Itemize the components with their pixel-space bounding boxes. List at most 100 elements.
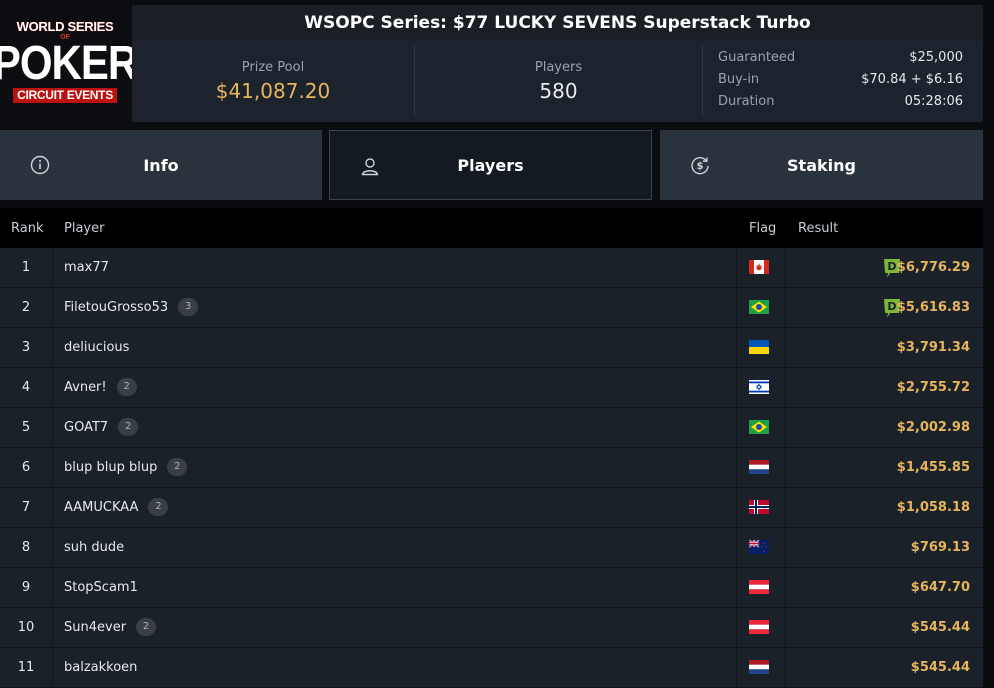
player-entries-badge: 2 <box>167 457 188 476</box>
column-divider <box>785 328 786 367</box>
player-rank: 3 <box>21 340 31 355</box>
table-header: Rank Player Flag Result <box>0 208 983 248</box>
prize-pool-stat: Prize Pool $41,087.20 <box>132 41 414 122</box>
austria-flag-icon <box>749 580 769 594</box>
column-divider <box>736 528 737 567</box>
player-name[interactable]: StopScam1 <box>64 580 138 595</box>
player-name[interactable]: Avner! <box>64 380 107 395</box>
header-flag[interactable]: Flag <box>749 221 776 236</box>
column-divider <box>736 248 737 287</box>
player-result: $545.44 <box>910 620 970 635</box>
column-divider <box>736 608 737 647</box>
player-result: $1,058.18 <box>896 500 970 515</box>
table-row[interactable]: 4 Avner! 2 $2,755.72 <box>0 368 983 408</box>
table-row[interactable]: 7 AAMUCKAA 2 $1,058.18 <box>0 488 983 528</box>
player-name[interactable]: GOAT7 <box>64 420 108 435</box>
players-stat: Players 580 <box>415 41 702 122</box>
detail-value: 05:28:06 <box>904 94 963 109</box>
norway-flag-icon <box>749 500 769 514</box>
player-rank: 11 <box>17 660 35 675</box>
column-divider <box>785 408 786 447</box>
player-name[interactable]: FiletouGrosso53 <box>64 300 168 315</box>
player-result: $5,616.83 <box>896 300 970 315</box>
player-name-cell: balzakkoen <box>64 648 137 687</box>
column-divider <box>52 488 53 527</box>
tournament-tabs: Info Players $ Staking <box>0 130 983 200</box>
player-rank: 5 <box>21 420 31 435</box>
prize-pool-value: $41,087.20 <box>215 79 331 103</box>
player-name[interactable]: suh dude <box>64 540 124 555</box>
user-icon <box>361 158 379 176</box>
logo-line-1: WORLD SERIES <box>16 18 114 34</box>
player-name[interactable]: deliucious <box>64 340 129 355</box>
player-name-cell: Sun4ever 2 <box>64 608 157 647</box>
header-result[interactable]: Result <box>798 221 838 236</box>
column-divider <box>736 328 737 367</box>
logo-line-4: CIRCUIT EVENTS <box>13 87 117 103</box>
player-name[interactable]: Sun4ever <box>64 620 126 635</box>
column-divider <box>785 528 786 567</box>
table-row[interactable]: 2 FiletouGrosso53 3 D $5,616.83 <box>0 288 983 328</box>
detail-row-guaranteed: Guaranteed $25,000 <box>718 50 963 72</box>
players-label: Players <box>534 60 583 75</box>
info-icon <box>30 155 50 175</box>
column-divider <box>736 288 737 327</box>
column-divider <box>52 328 53 367</box>
player-result: $545.44 <box>910 660 970 675</box>
table-row[interactable]: 1 max77 D $6,776.29 <box>0 248 983 288</box>
player-name-cell: Avner! 2 <box>64 368 137 407</box>
tab-staking[interactable]: $ Staking <box>660 130 983 200</box>
column-divider <box>736 368 737 407</box>
player-name[interactable]: AAMUCKAA <box>64 500 138 515</box>
column-divider <box>785 488 786 527</box>
table-row[interactable]: 8 suh dude $769.13 <box>0 528 983 568</box>
brazil-flag-icon <box>749 420 769 434</box>
new-zealand-flag-icon <box>749 540 769 554</box>
player-name[interactable]: max77 <box>64 260 109 275</box>
header-player[interactable]: Player <box>64 221 104 236</box>
column-divider <box>52 408 53 447</box>
tab-label: Info <box>143 155 179 175</box>
column-divider <box>52 288 53 327</box>
player-entries-badge: 2 <box>118 417 139 436</box>
player-name[interactable]: blup blup blup <box>64 460 157 475</box>
player-result: $6,776.29 <box>896 260 970 275</box>
player-rank: 10 <box>17 620 35 635</box>
player-entries-badge: 2 <box>148 497 169 516</box>
player-name[interactable]: balzakkoen <box>64 660 137 675</box>
table-row[interactable]: 3 deliucious $3,791.34 <box>0 328 983 368</box>
brazil-flag-icon <box>749 300 769 314</box>
column-divider <box>52 528 53 567</box>
player-name-cell: StopScam1 <box>64 568 138 607</box>
israel-flag-icon <box>749 380 769 394</box>
column-divider <box>52 648 53 687</box>
detail-label: Duration <box>718 94 775 109</box>
tab-players[interactable]: Players <box>329 130 652 200</box>
detail-row-duration: Duration 05:28:06 <box>718 94 963 116</box>
svg-text:D: D <box>887 300 896 313</box>
table-row[interactable]: 9 StopScam1 $647.70 <box>0 568 983 608</box>
player-name-cell: AAMUCKAA 2 <box>64 488 169 527</box>
tournament-title: WSOPC Series: $77 LUCKY SEVENS Superstac… <box>132 5 983 41</box>
tournament-header: WORLD SERIES OF POKER CIRCUIT EVENTS WSO… <box>0 0 983 122</box>
player-name-cell: blup blup blup 2 <box>64 448 188 487</box>
column-divider <box>785 648 786 687</box>
column-divider <box>52 568 53 607</box>
column-divider <box>785 288 786 327</box>
table-row[interactable]: 10 Sun4ever 2 $545.44 <box>0 608 983 648</box>
table-row[interactable]: 11 balzakkoen $545.44 <box>0 648 983 688</box>
player-entries-badge: 3 <box>178 297 199 316</box>
player-result: $647.70 <box>910 580 970 595</box>
table-row[interactable]: 6 blup blup blup 2 $1,455.85 <box>0 448 983 488</box>
ukraine-flag-icon <box>749 340 769 354</box>
player-rank: 4 <box>21 380 31 395</box>
column-divider <box>785 248 786 287</box>
tab-info[interactable]: Info <box>0 130 322 200</box>
column-divider <box>736 648 737 687</box>
table-row[interactable]: 5 GOAT7 2 $2,002.98 <box>0 408 983 448</box>
column-divider <box>52 248 53 287</box>
header-rank[interactable]: Rank <box>11 221 43 236</box>
player-rank: 2 <box>21 300 31 315</box>
detail-label: Guaranteed <box>718 50 796 65</box>
player-entries-badge: 2 <box>136 617 157 636</box>
